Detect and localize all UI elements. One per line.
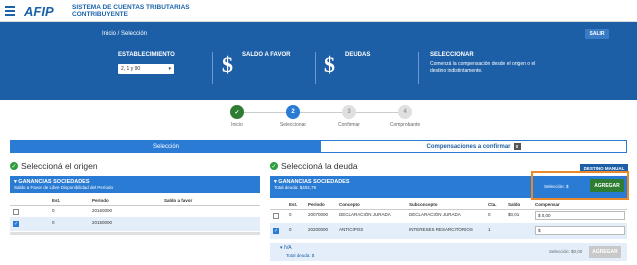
step-seleccionar: 2	[286, 105, 300, 119]
breadcrumb: Inicio / Selección	[102, 31, 148, 37]
cell: 20150000	[92, 220, 113, 225]
cell: 0	[289, 227, 292, 232]
compensar-input[interactable]: $ 0,00	[535, 211, 625, 220]
col-header: Concepto	[339, 202, 360, 207]
origen-heading: ✓ Seleccioná el origen	[10, 161, 98, 171]
cell: 0	[52, 220, 55, 225]
tab-bar: Selección Compensaciones a confirmar 0	[10, 140, 627, 153]
top-bar: AFIP SISTEMA DE CUENTAS TRIBUTARIAS CONT…	[0, 0, 637, 22]
origen-panel-header[interactable]: ▾ GANANCIAS SOCIEDADES Saldo a Favor de …	[10, 176, 260, 193]
cell: INTERESES RESARCITORIOS	[409, 227, 473, 232]
establecimiento-select[interactable]: 2, 1 y 90 ▾	[118, 64, 174, 74]
saldo-block: SALDO A FAVOR	[242, 52, 291, 58]
col-header: Saldo a favor	[164, 198, 193, 203]
divider	[418, 52, 419, 84]
col-header: Saldo	[508, 202, 521, 207]
cell: DECLARACIÓN JURADA	[409, 212, 461, 217]
col-header: Período	[92, 198, 109, 203]
divider	[315, 52, 316, 84]
salir-button[interactable]: SALIR	[585, 29, 609, 39]
seleccionar-block: SELECCIONAR Comenzá la compensación desd…	[430, 52, 536, 74]
hamburger-menu-icon[interactable]	[0, 0, 20, 22]
row-checkbox[interactable]	[13, 209, 19, 215]
col-header: Subconcepto	[409, 202, 438, 207]
step-inicio-check-icon: ✓	[230, 105, 244, 119]
col-header: Est.	[289, 202, 298, 207]
col-header: Est.	[52, 198, 61, 203]
iva-total: Total deuda: $	[286, 253, 315, 258]
check-circle-icon: ✓	[270, 162, 278, 170]
step-label: Inicio	[231, 122, 243, 128]
highlight-box	[531, 171, 629, 200]
col-header: Compensar	[535, 202, 560, 207]
step-confirmar: 3	[342, 105, 356, 119]
step-label: Seleccionar	[279, 122, 307, 128]
dollar-icon: $	[324, 52, 335, 77]
cell: 0	[488, 212, 491, 217]
iva-title: ▾ IVA	[280, 245, 292, 251]
col-header: Cta.	[488, 202, 497, 207]
brand-text: SISTEMA DE CUENTAS TRIBUTARIAS CONTRIBUY…	[72, 3, 190, 18]
cell: $0,01	[508, 212, 520, 217]
stepper-line	[237, 112, 405, 113]
row-checkbox[interactable]	[273, 213, 279, 219]
cell: 20070000	[308, 212, 329, 217]
step-label: Confirmar	[338, 122, 360, 128]
chevron-down-icon: ▾	[168, 66, 171, 72]
cell: ANTICIPOS	[339, 227, 364, 232]
cell: 0	[52, 208, 55, 213]
dollar-icon: $	[222, 52, 233, 77]
cell: 1	[488, 227, 491, 232]
iva-agregar-button[interactable]: AGREGAR	[589, 246, 621, 258]
col-header: Período	[308, 202, 325, 207]
cell: 20160000	[92, 208, 113, 213]
establecimiento-block: ESTABLECIMIENTO 2, 1 y 90 ▾	[118, 52, 175, 74]
iva-seleccion: Selección: $0,00	[549, 249, 583, 254]
tab-seleccion[interactable]: Selección	[11, 141, 321, 152]
deuda-heading: ✓ Seleccioná la deuda	[270, 161, 358, 171]
divider	[270, 209, 627, 210]
count-badge: 0	[513, 143, 521, 150]
row-checkbox-checked[interactable]: ✓	[13, 221, 19, 227]
iva-panel[interactable]: ▾ IVA Total deuda: $ Selección: $0,00	[270, 243, 627, 261]
step-comprobante: 4	[398, 105, 412, 119]
tab-compensaciones[interactable]: Compensaciones a confirmar 0	[321, 141, 626, 152]
cell: DECLARACIÓN JURADA	[339, 212, 391, 217]
divider	[212, 52, 213, 84]
hero-banner: Inicio / Selección SALIR ESTABLECIMIENTO…	[0, 22, 637, 100]
afip-logo[interactable]: AFIP	[24, 4, 68, 18]
cell: 0	[289, 212, 292, 217]
scrollbar[interactable]	[10, 232, 260, 235]
check-circle-icon: ✓	[10, 162, 18, 170]
svg-text:AFIP: AFIP	[24, 4, 54, 18]
establecimiento-label: ESTABLECIMIENTO	[118, 52, 175, 58]
compensar-input[interactable]: $	[535, 226, 625, 235]
row-checkbox-checked[interactable]: ✓	[273, 228, 279, 234]
step-label: Comprobante	[389, 122, 421, 128]
cell: 20200000	[308, 227, 329, 232]
deudas-block: DEUDAS	[345, 52, 371, 58]
divider	[10, 205, 260, 206]
table-row-selected	[10, 217, 260, 231]
